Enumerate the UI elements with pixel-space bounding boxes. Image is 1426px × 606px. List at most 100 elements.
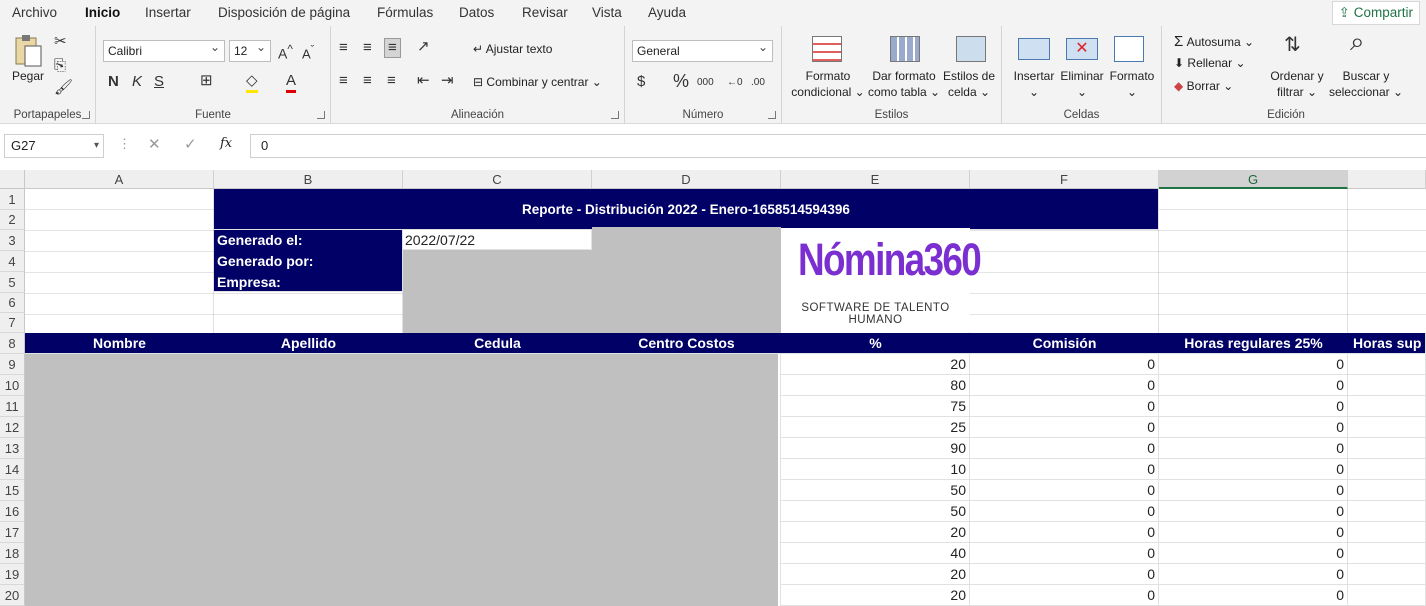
cell-percent[interactable]: 20 — [781, 354, 970, 375]
grow-font-icon[interactable]: A^ — [278, 41, 293, 63]
currency-icon[interactable]: $ — [637, 73, 645, 91]
cell-hours-regular[interactable]: 0 — [1159, 459, 1348, 480]
borders-icon[interactable]: ⊞ — [200, 72, 213, 90]
row-header[interactable]: 18 — [0, 543, 25, 564]
cancel-icon[interactable]: ✕ — [148, 135, 161, 153]
font-name-select[interactable]: Calibri — [103, 37, 225, 62]
row-header[interactable]: 7 — [0, 313, 25, 333]
row-header[interactable]: 14 — [0, 459, 25, 480]
align-left-icon[interactable]: ≡ — [339, 72, 348, 90]
enter-icon[interactable]: ✓ — [184, 135, 197, 153]
cell-horas-sup[interactable] — [1348, 585, 1426, 606]
cell-percent[interactable]: 10 — [781, 459, 970, 480]
row-header[interactable]: 8 — [0, 333, 25, 354]
format-cells-button[interactable]: Formato ⌄ — [1106, 68, 1158, 100]
row-header[interactable]: 6 — [0, 293, 25, 313]
row-header[interactable]: 10 — [0, 375, 25, 396]
decrease-decimal-icon[interactable]: .00 — [751, 74, 765, 92]
cell-horas-sup[interactable] — [1348, 396, 1426, 417]
italic-button[interactable]: K — [132, 73, 142, 91]
header-porcentaje[interactable]: % — [781, 335, 970, 351]
conditional-format-icon[interactable] — [812, 36, 842, 62]
column-header-h[interactable] — [1348, 170, 1426, 189]
insert-function-icon[interactable]: fx — [220, 136, 232, 151]
bold-button[interactable]: N — [108, 73, 119, 91]
find-select-icon[interactable]: ⌕ — [1350, 28, 1365, 54]
column-header-e[interactable]: E — [781, 170, 970, 189]
cell-commission[interactable]: 0 — [970, 375, 1159, 396]
align-top-icon[interactable]: ≡ — [339, 39, 348, 57]
generated-on-value[interactable]: 2022/07/22 — [403, 230, 592, 250]
cell-horas-sup[interactable] — [1348, 438, 1426, 459]
cell-styles-icon[interactable] — [956, 36, 986, 62]
decrease-indent-icon[interactable]: ⇤ — [417, 72, 430, 90]
format-as-table-icon[interactable] — [890, 36, 920, 62]
cell-commission[interactable]: 0 — [970, 438, 1159, 459]
row-header[interactable]: 15 — [0, 480, 25, 501]
cell-horas-sup[interactable] — [1348, 417, 1426, 438]
cell-hours-regular[interactable]: 0 — [1159, 543, 1348, 564]
cell-hours-regular[interactable]: 0 — [1159, 354, 1348, 375]
cell-percent[interactable]: 50 — [781, 480, 970, 501]
header-apellido[interactable]: Apellido — [214, 335, 403, 351]
percent-icon[interactable]: % — [673, 72, 689, 90]
tab-inicio[interactable]: Inicio — [85, 5, 121, 29]
header-nombre[interactable]: Nombre — [25, 335, 214, 351]
cell-commission[interactable]: 0 — [970, 522, 1159, 543]
tab-vista[interactable]: Vista — [592, 5, 622, 20]
number-format-select[interactable]: General — [632, 37, 773, 62]
orientation-icon[interactable]: ↗ — [417, 38, 430, 56]
cell-commission[interactable]: 0 — [970, 543, 1159, 564]
clear-button[interactable]: ◆ Borrar ⌄ — [1174, 79, 1233, 93]
conditional-format-button[interactable]: Formato condicional ⌄ — [784, 68, 872, 100]
select-all-corner[interactable] — [0, 170, 25, 189]
insert-cells-icon[interactable] — [1018, 38, 1050, 60]
cell-commission[interactable]: 0 — [970, 564, 1159, 585]
tab-datos[interactable]: Datos — [459, 5, 494, 20]
cell-horas-sup[interactable] — [1348, 543, 1426, 564]
row-header[interactable]: 16 — [0, 501, 25, 522]
delete-cells-icon[interactable]: ✕ — [1066, 38, 1098, 60]
cell-percent[interactable]: 75 — [781, 396, 970, 417]
fill-color-icon[interactable]: ◇ — [246, 72, 258, 93]
cell-commission[interactable]: 0 — [970, 354, 1159, 375]
column-header-b[interactable]: B — [214, 170, 403, 189]
row-header[interactable]: 11 — [0, 396, 25, 417]
row-header[interactable]: 9 — [0, 354, 25, 375]
cell-styles-button[interactable]: Estilos de celda ⌄ — [940, 68, 998, 100]
format-cells-icon[interactable] — [1114, 36, 1144, 62]
column-header-g[interactable]: G — [1159, 170, 1348, 189]
sort-filter-icon[interactable]: ⇅ — [1284, 35, 1301, 55]
insert-cells-button[interactable]: Insertar ⌄ — [1008, 68, 1060, 100]
font-size-select[interactable]: 12 — [229, 37, 271, 62]
clipboard-launcher-icon[interactable] — [82, 111, 90, 119]
thousands-icon[interactable]: 000 — [697, 74, 714, 92]
row-header[interactable]: 13 — [0, 438, 25, 459]
align-right-icon[interactable]: ≡ — [387, 72, 396, 90]
cell-horas-sup[interactable] — [1348, 522, 1426, 543]
tab-insertar[interactable]: Insertar — [145, 5, 191, 20]
header-horas-regulares[interactable]: Horas regulares 25% — [1159, 335, 1348, 351]
row-header[interactable]: 4 — [0, 251, 25, 272]
align-center-icon[interactable]: ≡ — [363, 72, 372, 90]
column-header-f[interactable]: F — [970, 170, 1159, 189]
cell-horas-sup[interactable] — [1348, 459, 1426, 480]
find-select-button[interactable]: Buscar y seleccionar ⌄ — [1326, 68, 1406, 100]
cell-hours-regular[interactable]: 0 — [1159, 564, 1348, 585]
increase-decimal-icon[interactable]: ←0 — [727, 74, 743, 92]
cell-hours-regular[interactable]: 0 — [1159, 375, 1348, 396]
cell-hours-regular[interactable]: 0 — [1159, 501, 1348, 522]
tab-formulas[interactable]: Fórmulas — [377, 5, 433, 20]
font-launcher-icon[interactable] — [317, 111, 325, 119]
share-button[interactable]: ⇪ Compartir — [1331, 1, 1420, 25]
cell-horas-sup[interactable] — [1348, 564, 1426, 585]
number-launcher-icon[interactable] — [768, 111, 776, 119]
copy-icon[interactable]: ⎘ — [54, 57, 66, 75]
cell-percent[interactable]: 25 — [781, 417, 970, 438]
cut-icon[interactable]: ✂ — [54, 33, 67, 51]
merge-center-button[interactable]: ⊟ Combinar y centrar ⌄ — [473, 75, 602, 89]
alignment-launcher-icon[interactable] — [611, 111, 619, 119]
autosum-button[interactable]: Σ Autosuma ⌄ — [1174, 33, 1254, 50]
cell-percent[interactable]: 80 — [781, 375, 970, 396]
tab-revisar[interactable]: Revisar — [522, 5, 568, 20]
